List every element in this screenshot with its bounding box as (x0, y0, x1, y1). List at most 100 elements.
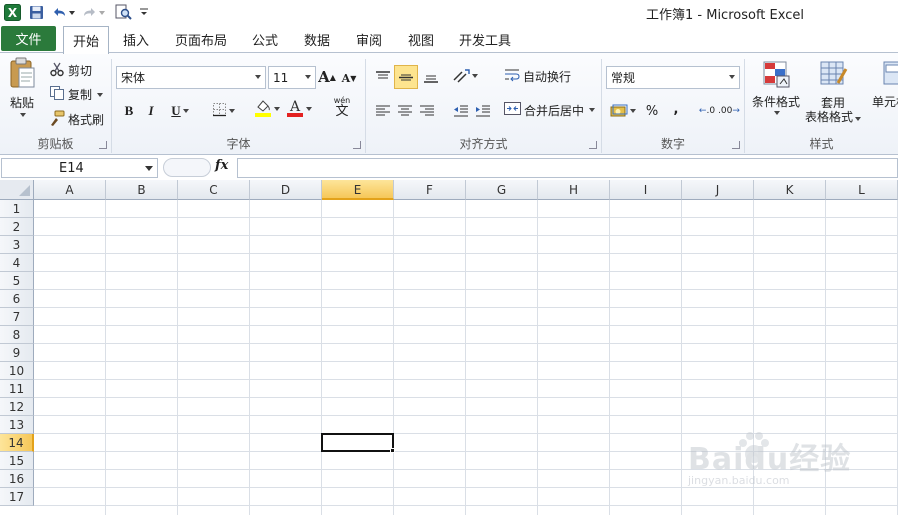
increase-decimal-button[interactable]: ← .0 (696, 101, 718, 121)
fill-handle[interactable] (390, 448, 395, 453)
dialog-launcher-icon[interactable] (732, 141, 740, 149)
number-format-select[interactable]: 常规 (606, 66, 740, 89)
excel-logo-icon[interactable]: X (3, 3, 21, 21)
grow-font-button[interactable]: A ▲ (318, 67, 336, 87)
column-header-a[interactable]: A (34, 180, 106, 200)
merge-center-button[interactable]: 合并后居中 (504, 101, 596, 119)
row-header-15[interactable]: 15 (0, 452, 34, 470)
print-preview-icon[interactable] (112, 3, 134, 21)
accounting-format-button[interactable] (608, 101, 638, 121)
tab-view[interactable]: 视图 (400, 26, 442, 53)
fill-color-button[interactable] (252, 99, 282, 119)
font-size-select[interactable]: 11 (268, 66, 316, 89)
align-middle-button[interactable] (394, 65, 418, 89)
conditional-formatting-label: 条件格式 (751, 95, 800, 109)
insert-function-button[interactable]: fx (215, 158, 228, 173)
tab-insert[interactable]: 插入 (114, 26, 158, 53)
column-header-g[interactable]: G (466, 180, 538, 200)
paste-button[interactable]: 粘贴 (8, 57, 36, 117)
column-header-i[interactable]: I (610, 180, 682, 200)
grid-vline (105, 200, 106, 515)
row-header-5[interactable]: 5 (0, 272, 34, 290)
tab-file[interactable]: 文件 (1, 26, 56, 51)
column-header-d[interactable]: D (250, 180, 322, 200)
undo-icon[interactable] (50, 3, 76, 21)
percent-style-button[interactable]: % (642, 101, 662, 121)
underline-button[interactable]: U (166, 101, 194, 121)
tab-home[interactable]: 开始 (63, 26, 109, 54)
shrink-font-label: A (341, 71, 351, 85)
formula-bar-handle[interactable] (163, 158, 211, 177)
column-header-k[interactable]: K (754, 180, 826, 200)
tab-formulas[interactable]: 公式 (244, 26, 286, 53)
row-header-6[interactable]: 6 (0, 290, 34, 308)
row-header-11[interactable]: 11 (0, 380, 34, 398)
row-header-9[interactable]: 9 (0, 344, 34, 362)
tab-data[interactable]: 数据 (296, 26, 338, 53)
row-header-3[interactable]: 3 (0, 236, 34, 254)
format-painter-button[interactable]: 格式刷 (49, 110, 104, 129)
row-header-13[interactable]: 13 (0, 416, 34, 434)
dialog-launcher-icon[interactable] (99, 141, 107, 149)
formula-input[interactable] (237, 158, 898, 178)
row-header-10[interactable]: 10 (0, 362, 34, 380)
row-header-14[interactable]: 14 (0, 434, 34, 452)
column-header-c[interactable]: C (178, 180, 250, 200)
phonetic-guide-button[interactable]: wén 文 (326, 96, 358, 118)
name-box[interactable]: E14 (1, 158, 158, 178)
decrease-decimal-button[interactable]: .00 → (718, 101, 740, 121)
underline-label: U (171, 103, 181, 118)
orientation-button[interactable] (452, 66, 478, 86)
copy-button[interactable]: 复制 (49, 85, 104, 104)
column-header-h[interactable]: H (538, 180, 610, 200)
window-title: 工作簿1 - Microsoft Excel (646, 8, 804, 23)
cell-styles-button[interactable]: 单元格 (865, 59, 898, 110)
row-header-1[interactable]: 1 (0, 200, 34, 218)
comma-style-button[interactable]: , (666, 99, 686, 119)
align-top-button[interactable] (372, 67, 394, 87)
row-header-12[interactable]: 12 (0, 398, 34, 416)
borders-icon (212, 102, 227, 121)
font-name-select[interactable]: 宋体 (116, 66, 266, 89)
column-header-l[interactable]: L (826, 180, 898, 200)
row-header-7[interactable]: 7 (0, 308, 34, 326)
row-header-2[interactable]: 2 (0, 218, 34, 236)
active-cell[interactable] (321, 433, 394, 452)
borders-button[interactable] (208, 101, 238, 121)
column-header-e[interactable]: E (322, 180, 394, 200)
align-left-button[interactable] (372, 101, 394, 121)
dialog-launcher-icon[interactable] (589, 141, 597, 149)
row-header-8[interactable]: 8 (0, 326, 34, 344)
customize-qat-icon[interactable] (137, 3, 151, 21)
shrink-font-button[interactable]: A ▼ (340, 68, 358, 88)
align-center-button[interactable] (394, 101, 416, 121)
column-header-b[interactable]: B (106, 180, 178, 200)
tab-review[interactable]: 审阅 (348, 26, 390, 53)
align-bottom-button[interactable] (420, 67, 442, 87)
bold-button[interactable]: B (120, 101, 138, 121)
tab-page-layout[interactable]: 页面布局 (168, 26, 234, 53)
worksheet-grid[interactable]: ABCDEFGHIJKL 1 2 3 4 5 6 7 8 9 10 11 12 13 14 15 16 17 (0, 180, 898, 515)
decrease-indent-button[interactable] (450, 101, 472, 121)
row-header-17[interactable]: 17 (0, 488, 34, 506)
conditional-formatting-button[interactable]: 条件格式 (751, 59, 801, 115)
dialog-launcher-icon[interactable] (353, 141, 361, 149)
format-as-table-button[interactable]: 套用 表格格式 (805, 59, 862, 125)
increase-indent-button[interactable] (472, 101, 494, 121)
column-header-j[interactable]: J (682, 180, 754, 200)
italic-button[interactable]: I (142, 101, 160, 121)
font-color-button[interactable]: A (284, 99, 314, 119)
wrap-text-button[interactable]: 自动换行 (504, 67, 571, 85)
cut-button[interactable]: 剪切 (49, 61, 92, 80)
column-header-f[interactable]: F (394, 180, 466, 200)
row-header-16[interactable]: 16 (0, 470, 34, 488)
save-icon[interactable] (27, 3, 45, 21)
redo-icon[interactable] (80, 3, 106, 21)
select-all-corner[interactable] (0, 180, 34, 200)
font-size-value: 11 (273, 70, 289, 85)
grid-vline (825, 200, 826, 515)
format-painter-icon (49, 110, 65, 129)
row-header-4[interactable]: 4 (0, 254, 34, 272)
align-right-button[interactable] (416, 101, 438, 121)
tab-developer[interactable]: 开发工具 (452, 26, 518, 53)
